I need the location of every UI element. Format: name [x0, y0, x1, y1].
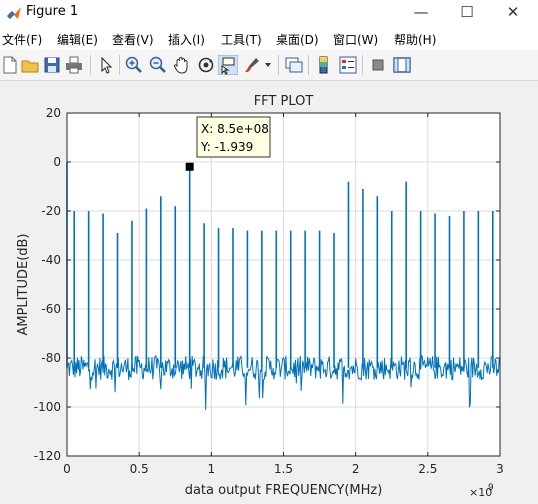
- figure-toolbar: [0, 50, 538, 81]
- zoom-in-icon[interactable]: [124, 55, 144, 75]
- menu-desktop[interactable]: 桌面(D): [276, 31, 319, 48]
- toolbar-separator: [119, 55, 120, 75]
- colorbar-icon[interactable]: [314, 55, 334, 75]
- legend-icon[interactable]: [338, 55, 358, 75]
- zoom-out-icon[interactable]: [148, 55, 168, 75]
- close-button[interactable]: ✕: [490, 0, 536, 26]
- new-figure-icon[interactable]: [0, 55, 20, 75]
- toolbar-separator: [362, 55, 363, 75]
- toolbar-separator: [308, 55, 309, 75]
- minimize-button[interactable]: —: [398, 0, 444, 26]
- toolbar-separator: [278, 55, 279, 75]
- maximize-button[interactable]: ☐: [444, 0, 490, 26]
- edit-plot-arrow-icon[interactable]: [96, 55, 116, 75]
- rotate-3d-icon[interactable]: [196, 55, 216, 75]
- figure-canvas: [0, 81, 538, 504]
- matlab-logo-icon: [7, 7, 21, 19]
- brush-dropdown-icon[interactable]: [262, 55, 282, 75]
- pan-hand-icon[interactable]: [172, 55, 192, 75]
- menu-edit[interactable]: 编辑(E): [57, 31, 98, 48]
- menu-file[interactable]: 文件(F): [2, 31, 42, 48]
- menu-bar: 文件(F) 编辑(E) 查看(V) 插入(I) 工具(T) 桌面(D) 窗口(W…: [0, 26, 538, 50]
- print-icon[interactable]: [64, 55, 84, 75]
- menu-view[interactable]: 查看(V): [112, 31, 154, 48]
- show-plot-tools-icon[interactable]: [392, 55, 412, 75]
- save-icon[interactable]: [42, 55, 62, 75]
- brush-icon[interactable]: [242, 55, 262, 75]
- menu-tools[interactable]: 工具(T): [221, 31, 262, 48]
- hide-plot-tools-icon[interactable]: [368, 55, 388, 75]
- menu-insert[interactable]: 插入(I): [168, 31, 205, 48]
- menu-window[interactable]: 窗口(W): [333, 31, 378, 48]
- data-cursor-icon[interactable]: [218, 55, 238, 75]
- link-plot-icon[interactable]: [284, 55, 304, 75]
- window-title: Figure 1: [26, 4, 79, 19]
- open-file-icon[interactable]: [20, 55, 40, 75]
- toolbar-separator: [90, 55, 91, 75]
- menu-help[interactable]: 帮助(H): [394, 31, 436, 48]
- title-bar: Figure 1 — ☐ ✕: [0, 0, 538, 26]
